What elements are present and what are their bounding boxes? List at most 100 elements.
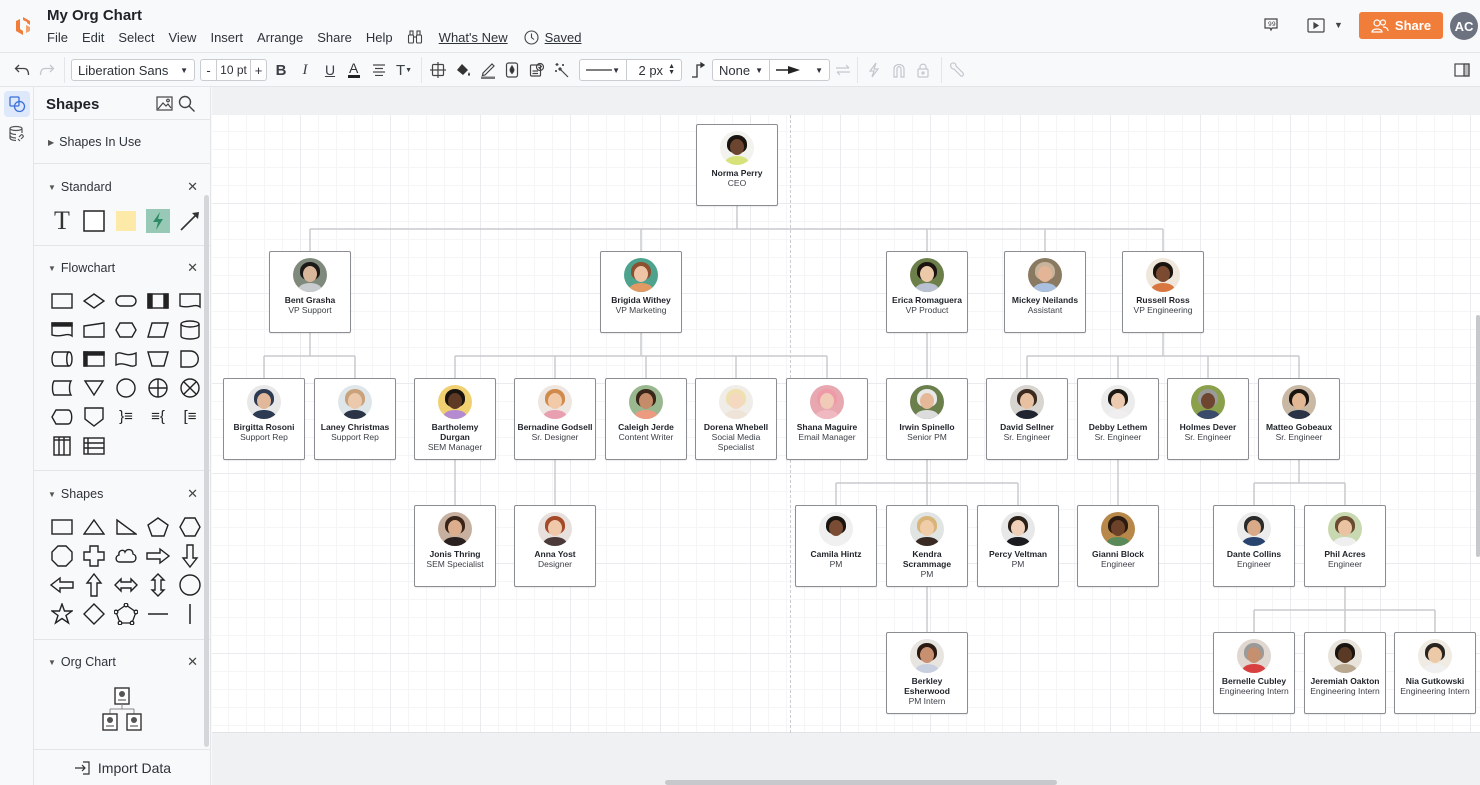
sticky-note-shape[interactable] [115,210,137,232]
menu-help[interactable]: Help [366,30,393,45]
close-icon[interactable]: ✕ [187,179,198,195]
panel-scrollbar[interactable] [204,195,209,747]
section-standard[interactable]: ▼ Standard ✕ [48,179,198,195]
line-color-button[interactable] [478,53,498,87]
swimlane-vertical-shape[interactable] [52,435,72,456]
document-shape[interactable] [179,292,201,310]
menu-file[interactable]: File [47,30,68,45]
right-arrow-shape[interactable] [146,547,170,565]
predefined-process-shape[interactable] [147,292,169,310]
whats-new-link[interactable]: What's New [439,30,508,45]
canvas-page[interactable]: Norma Perry CEO Bent Grasha VP Support Brigi… [212,115,1480,733]
punched-tape-shape[interactable] [115,350,137,368]
menu-edit[interactable]: Edit [82,30,104,45]
org-card-anna[interactable]: Anna Yost Designer [514,505,596,587]
org-card-berkley[interactable]: Berkley Esherwood PM Intern [886,632,968,714]
import-data-button[interactable]: Import Data [34,749,210,785]
saved-label[interactable]: Saved [545,30,582,45]
swap-arrows-button[interactable] [833,53,853,87]
section-shapes[interactable]: ▼ Shapes ✕ [48,486,198,502]
line-style-select[interactable]: ▼ [579,59,627,81]
text-options-button[interactable]: T ▼ [393,53,415,87]
decision-shape[interactable] [83,292,105,310]
annotation-left-shape[interactable]: ≡{ [151,408,165,425]
saved-status[interactable]: Saved [524,30,582,45]
delay-shape[interactable] [179,349,201,368]
star-shape[interactable] [51,602,73,625]
fill-color-button[interactable] [453,53,473,87]
org-card-nia[interactable]: Nia Gutkowski Engineering Intern [1394,632,1476,714]
merge-shape[interactable] [83,379,105,397]
org-card-brigida[interactable]: Brigida Withey VP Marketing [600,251,682,333]
comments-icon[interactable]: 99 [1263,17,1279,33]
vertical-line-shape[interactable] [188,603,192,625]
close-icon[interactable]: ✕ [187,486,198,502]
rectangle-shape[interactable] [83,209,105,232]
lightning-button[interactable] [864,53,884,87]
connector-circle-shape[interactable] [115,377,137,398]
org-card-birgitta[interactable]: Birgitta Rosoni Support Rep [223,378,305,460]
org-card-jeremiah[interactable]: Jeremiah Oakton Engineering Intern [1304,632,1386,714]
org-card-erica[interactable]: Erica Romaguera VP Product [886,251,968,333]
wrench-button[interactable] [947,53,967,87]
font-size-stepper[interactable]: - 10 pt + [200,59,267,81]
org-card-bartholemy[interactable]: Bartholemy Durgan SEM Manager [414,378,496,460]
font-size-increase[interactable]: + [250,60,266,80]
menu-arrange[interactable]: Arrange [257,30,303,45]
rectangle-shape[interactable] [51,518,73,536]
direct-data-shape[interactable] [51,350,73,368]
menu-insert[interactable]: Insert [210,30,243,45]
cross-shape[interactable] [83,544,105,567]
org-card-bernadine[interactable]: Bernadine Godsell Sr. Designer [514,378,596,460]
stepper-arrows-icon[interactable]: ▲ ▼ [668,63,675,76]
org-card-mickey[interactable]: Mickey Neilands Assistant [1004,251,1086,333]
opacity-button[interactable] [502,53,522,87]
font-size-value[interactable]: 10 pt [217,63,250,77]
summing-junction-shape[interactable] [179,377,201,398]
off-page-shape[interactable] [83,406,105,427]
terminator-shape[interactable] [115,292,137,310]
process-shape[interactable] [51,292,73,310]
redo-button[interactable] [35,53,59,87]
left-right-arrow-shape[interactable] [114,576,138,594]
image-icon[interactable] [156,96,173,111]
annotation-right-shape[interactable]: }≡ [119,408,133,425]
font-family-select[interactable]: Liberation Sans ▼ [71,59,195,81]
magnet-button[interactable] [889,53,909,87]
horizontal-scrollbar[interactable] [665,780,1057,785]
org-card-irwin[interactable]: Irwin Spinello Senior PM [886,378,968,460]
arrow-line-shape[interactable] [179,210,201,232]
stored-data-shape[interactable] [51,379,73,397]
undo-button[interactable] [10,53,34,87]
manual-operation-shape[interactable] [147,350,169,368]
italic-button[interactable]: I [295,53,315,87]
data-shape[interactable] [147,321,169,339]
circle-shape[interactable] [179,573,201,596]
cloud-shape[interactable] [115,547,137,565]
right-panel-toggle[interactable] [1452,53,1472,87]
section-flowchart[interactable]: ▼ Flowchart ✕ [48,260,198,276]
align-button[interactable] [369,53,389,87]
org-card-norma[interactable]: Norma Perry CEO [696,124,778,206]
hexagon-shape[interactable] [179,516,201,537]
org-card-debby[interactable]: Debby Lethem Sr. Engineer [1077,378,1159,460]
org-card-camila[interactable]: Camila Hintz PM [795,505,877,587]
bold-button[interactable]: B [271,53,291,87]
present-dropdown-caret[interactable]: ▼ [1334,20,1343,30]
up-arrow-shape[interactable] [85,572,103,597]
org-card-bernelle[interactable]: Bernelle Cubley Engineering Intern [1213,632,1295,714]
action-shape[interactable] [146,208,170,233]
octagon-shape[interactable] [51,544,73,567]
org-card-phil[interactable]: Phil Acres Engineer [1304,505,1386,587]
org-card-holmes[interactable]: Holmes Dever Sr. Engineer [1167,378,1249,460]
triangle-shape[interactable] [83,518,105,536]
user-avatar[interactable]: AC [1450,12,1478,40]
or-shape[interactable] [147,377,169,398]
org-card-russell[interactable]: Russell Ross VP Engineering [1122,251,1204,333]
font-size-decrease[interactable]: - [201,60,217,80]
style-button[interactable] [527,53,547,87]
section-org-chart[interactable]: ▼ Org Chart ✕ [48,654,198,670]
menu-select[interactable]: Select [118,30,154,45]
diamond-shape[interactable] [83,602,105,625]
annotation-bracket-shape[interactable]: [≡ [184,408,197,425]
